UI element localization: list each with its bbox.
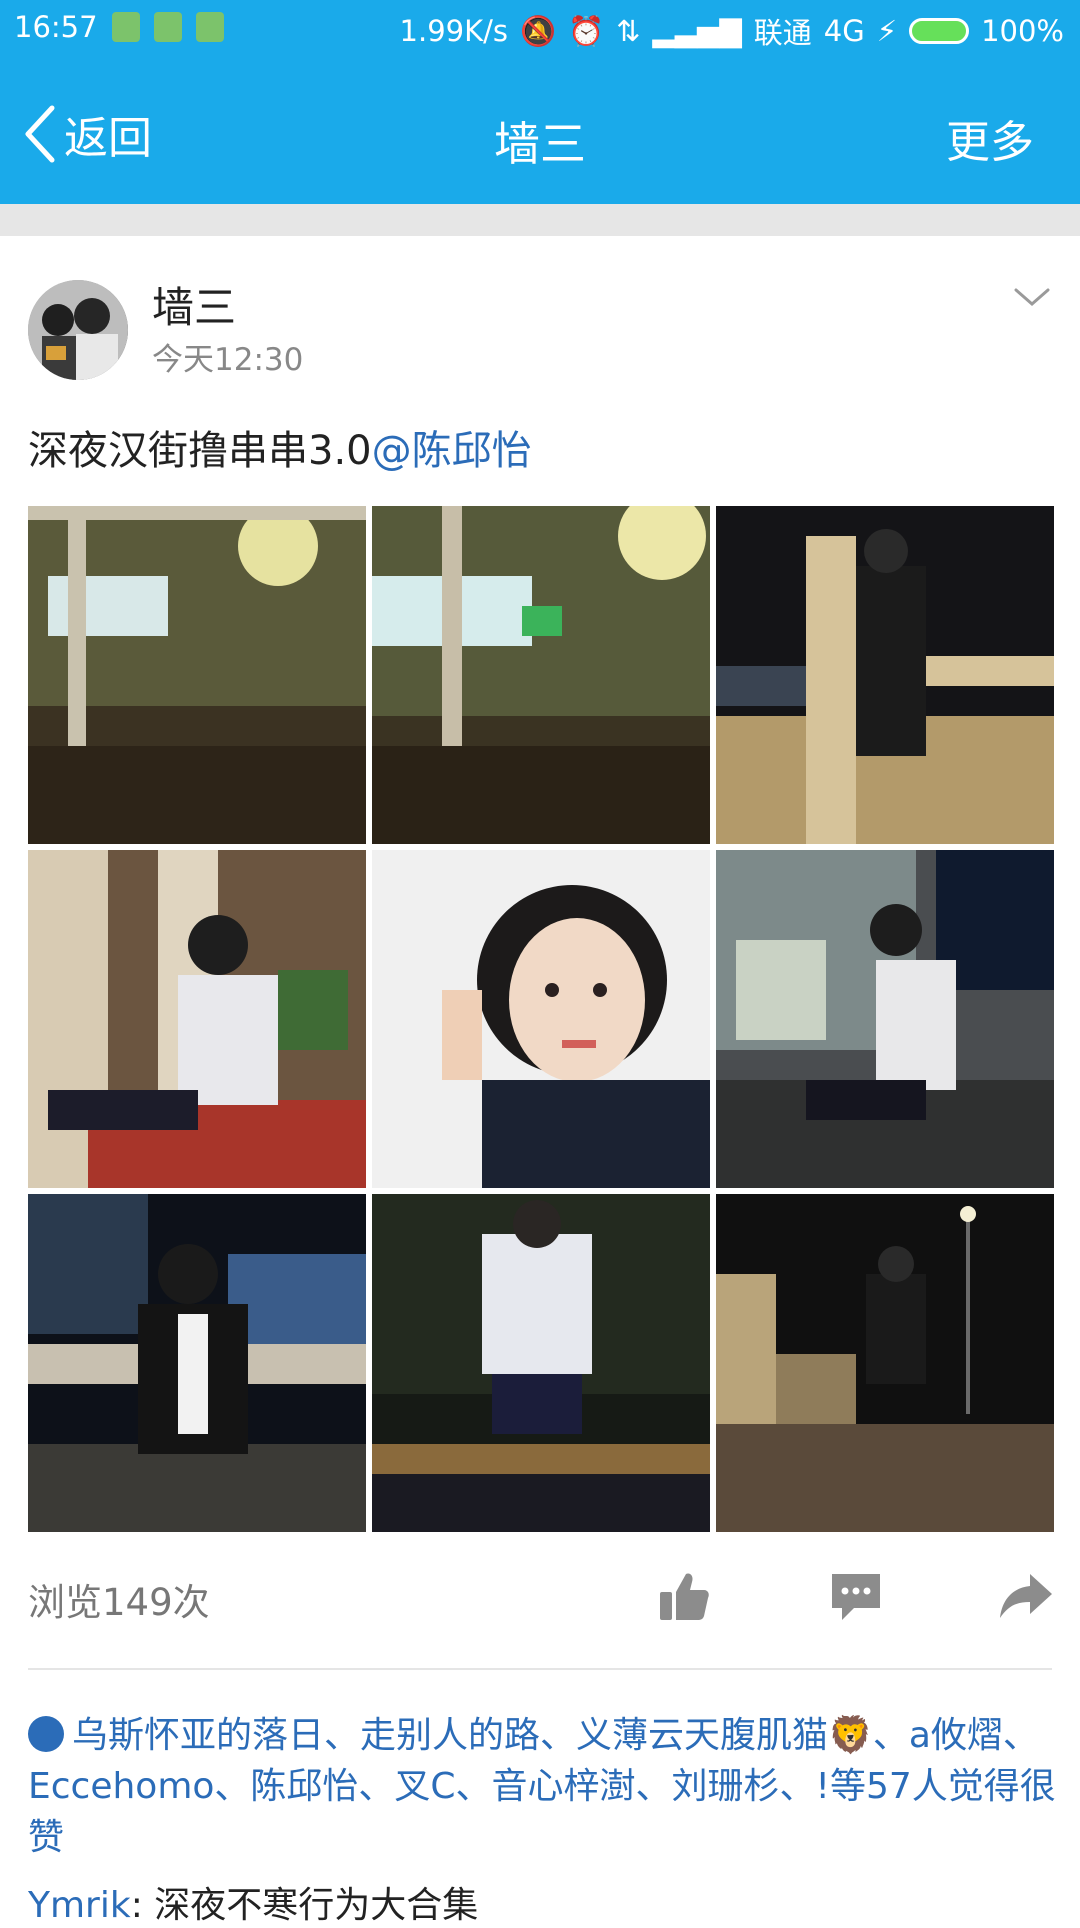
like-badge-icon [28,1716,64,1752]
post-text: 深夜汉街撸串串3.0@陈邱怡 [28,418,532,476]
battery-level: 100% [981,14,1064,48]
status-time: 16:57 [14,10,98,44]
battery-icon [909,18,970,44]
photo-9[interactable] [716,1194,1054,1532]
photo-grid [28,506,1054,1532]
photo-4[interactable] [28,850,366,1188]
section-divider [0,204,1080,236]
photo-6[interactable] [716,850,1054,1188]
network-speed: 1.99K/s [399,14,508,48]
post-body: 深夜汉街撸串串3.0 [28,428,372,474]
photo-8[interactable] [372,1194,710,1532]
likes-summary[interactable]: 乌斯怀亚的落日、走别人的路、义薄云天腹肌猫🦁、a攸熠、Eccehomo、陈邱怡、… [28,1710,1058,1863]
mention-link[interactable]: @陈邱怡 [372,428,532,474]
carrier-name: 联通 [753,16,812,50]
shield-notification-icon [111,12,140,42]
view-count: 浏览149次 [28,1581,210,1624]
likes-text: 乌斯怀亚的落日、走别人的路、义薄云天腹肌猫🦁、a攸熠、Eccehomo、陈邱怡、… [28,1715,1056,1858]
author-name[interactable]: 墙三 [152,274,236,335]
signal-icon: ▂▃▅▇ [652,14,742,48]
photo-2[interactable] [372,506,710,844]
photo-5[interactable] [372,850,710,1188]
comment-item[interactable]: Ymrik: 深夜不寒行为大合集 [28,1876,478,1928]
photo-3[interactable] [716,506,1054,844]
network-type: 4G [823,14,865,48]
nav-bar: 返回 墙三 更多 [0,58,1080,204]
alarm-icon: ⏰ [568,13,605,48]
charging-icon: ⚡ [876,14,898,48]
sim-notification-icon [195,12,224,42]
photo-7[interactable] [28,1194,366,1532]
photo-1[interactable] [28,506,366,844]
divider [28,1668,1052,1670]
chevron-down-icon[interactable] [1012,282,1052,312]
avatar-photo [28,280,128,380]
data-transfer-icon: ⇅ [616,14,641,48]
status-bar: 16:57 1.99K/s 🔕 ⏰ ⇅ ▂▃▅▇ 联通 4G ⚡ 100% [0,0,1080,58]
thumbs-up-icon[interactable] [656,1568,712,1624]
android-notification-icon [153,12,182,42]
mute-bell-icon: 🔕 [520,13,557,48]
page-title: 墙三 [494,117,586,171]
post-time: 今天12:30 [152,342,304,378]
more-button[interactable]: 更多 [946,106,1034,170]
comment-icon[interactable] [828,1568,884,1624]
avatar[interactable] [28,280,128,380]
share-icon[interactable] [998,1568,1054,1624]
